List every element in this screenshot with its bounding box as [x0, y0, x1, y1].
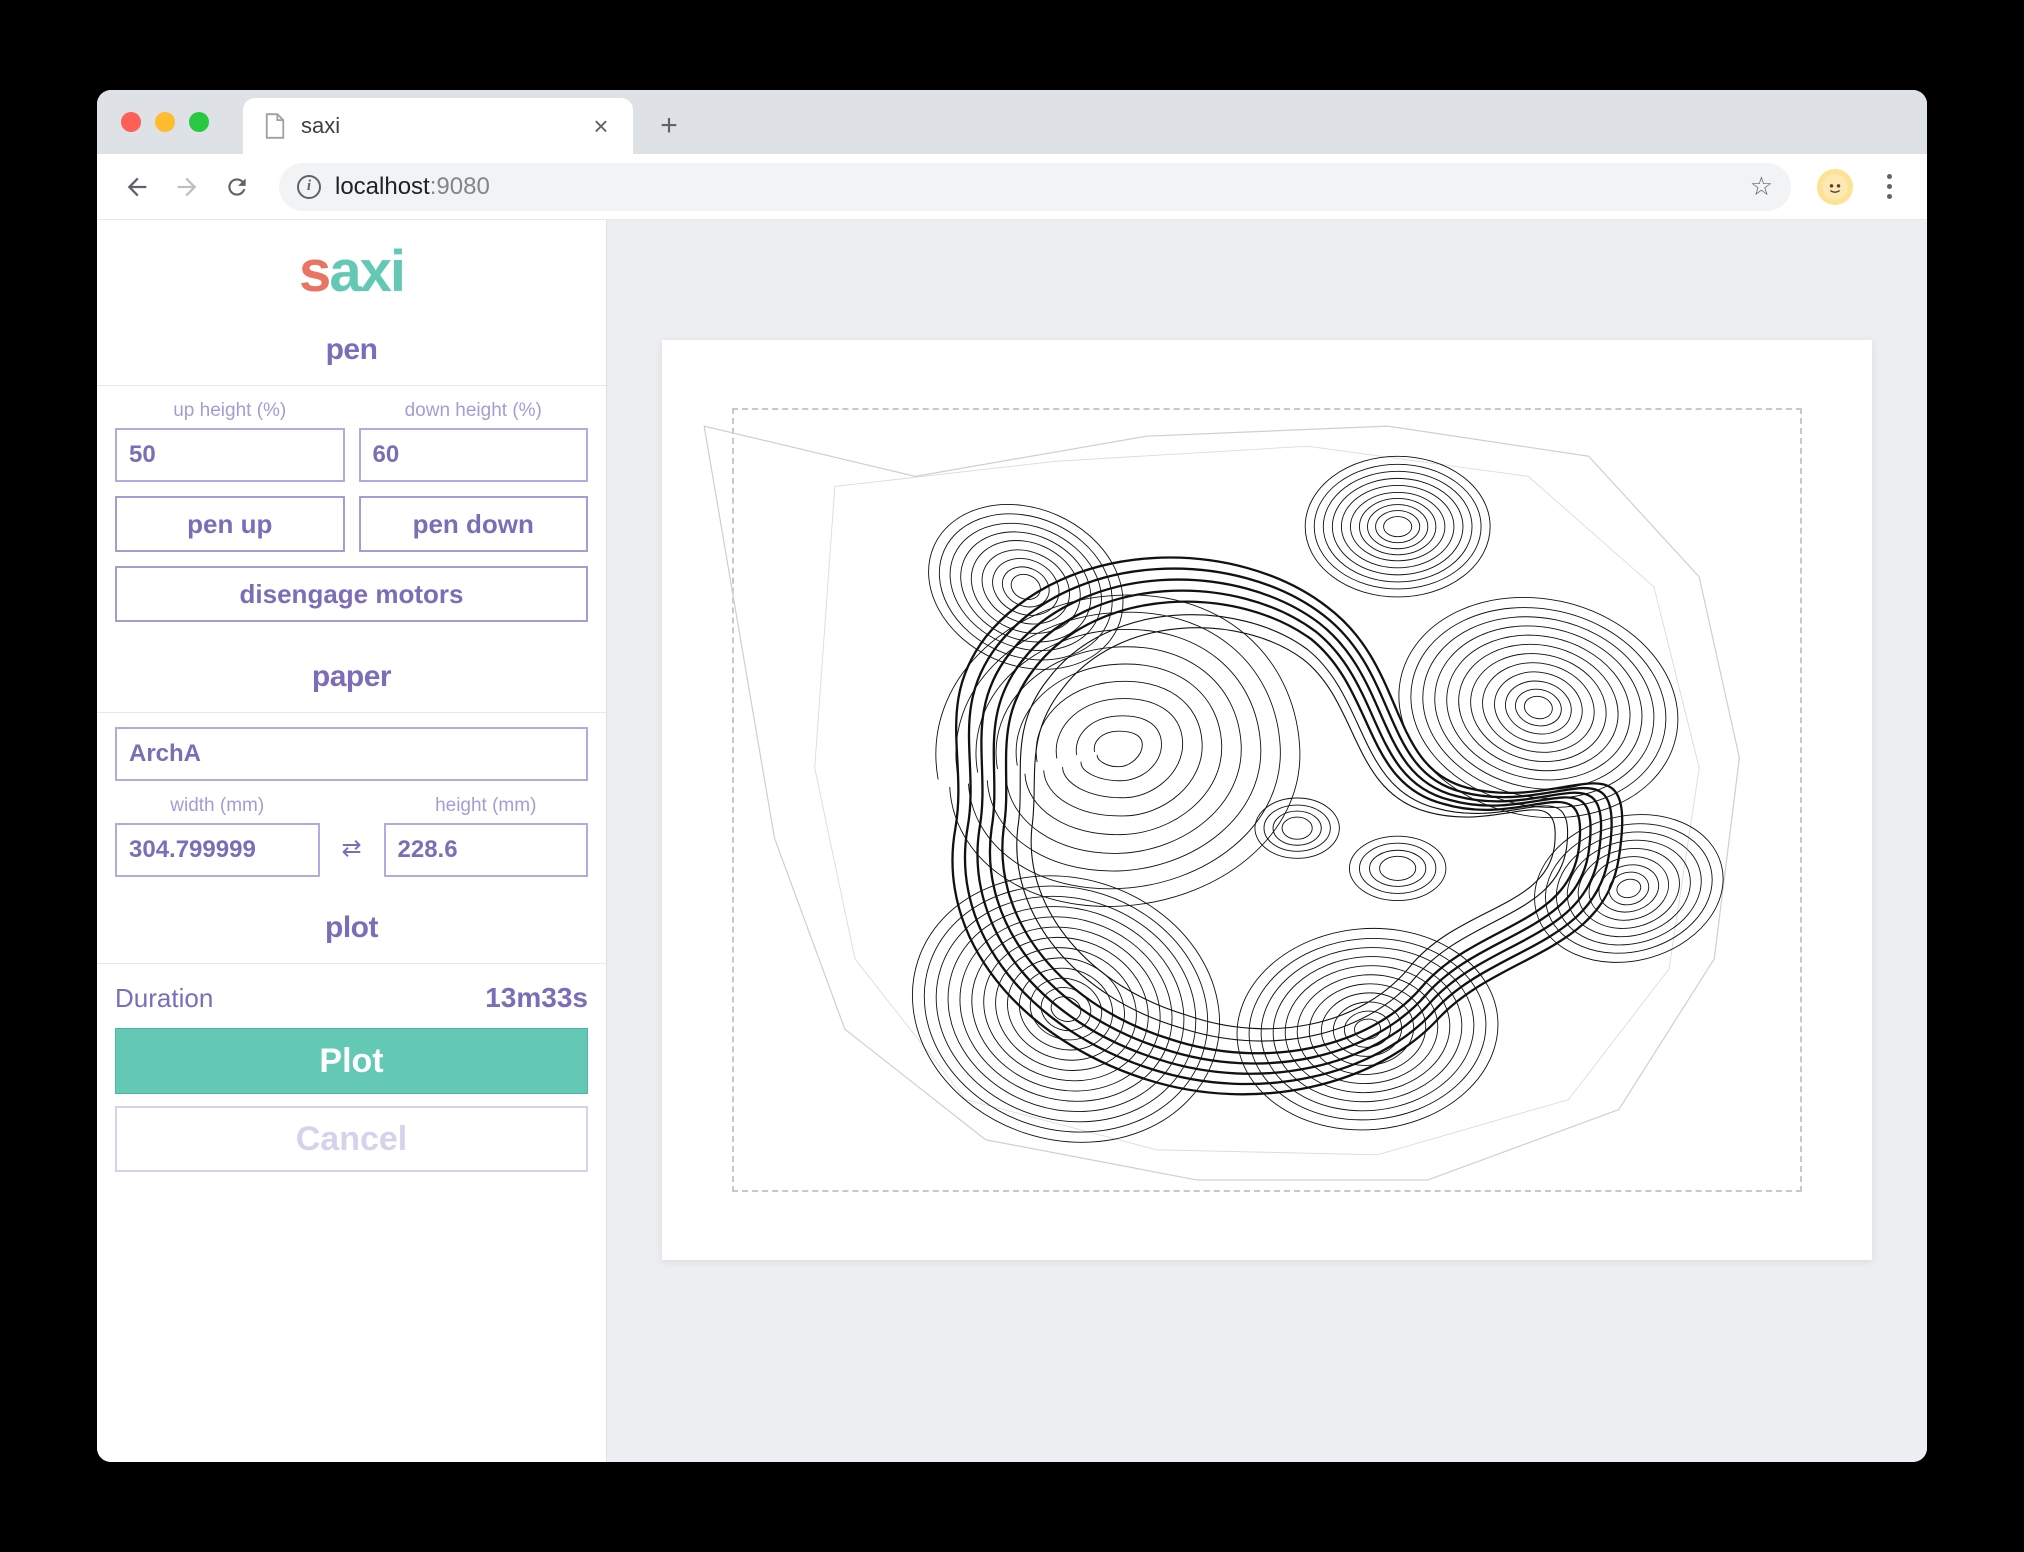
tab-strip: saxi × +	[97, 90, 1927, 154]
file-icon	[263, 114, 287, 138]
paper-height-input[interactable]	[384, 823, 589, 877]
cancel-button[interactable]: Cancel	[115, 1106, 588, 1172]
swap-dimensions-icon[interactable]: ⇄	[334, 795, 370, 877]
section-header-plot: plot	[97, 901, 606, 963]
plot-preview	[674, 348, 1860, 1248]
app-logo: saxi	[97, 238, 606, 305]
address-bar[interactable]: i localhost:9080 ☆	[279, 163, 1791, 211]
section-header-pen: pen	[97, 315, 606, 385]
close-icon[interactable]: ×	[589, 114, 613, 138]
traffic-lights	[121, 112, 209, 132]
up-height-input[interactable]	[115, 428, 345, 482]
paper-sheet	[662, 340, 1872, 1260]
app-content: saxi pen up height (%) down height (%) p…	[97, 220, 1927, 1462]
window-maximize-icon[interactable]	[189, 112, 209, 132]
plot-bounds	[732, 408, 1802, 1192]
duration-row: Duration 13m33s	[97, 963, 606, 1028]
pen-down-button[interactable]: pen down	[359, 496, 589, 552]
browser-window: saxi × + i localhost:9080 ☆ saxi	[97, 90, 1927, 1462]
window-minimize-icon[interactable]	[155, 112, 175, 132]
section-paper: width (mm) ⇄ height (mm)	[97, 712, 606, 901]
tab-title: saxi	[301, 113, 575, 139]
down-height-input[interactable]	[359, 428, 589, 482]
plot-button[interactable]: Plot	[115, 1028, 588, 1094]
disengage-motors-button[interactable]: disengage motors	[115, 566, 588, 622]
section-header-paper: paper	[97, 642, 606, 712]
browser-tab[interactable]: saxi ×	[243, 98, 633, 154]
back-button[interactable]	[117, 167, 157, 207]
window-close-icon[interactable]	[121, 112, 141, 132]
sidebar: saxi pen up height (%) down height (%) p…	[97, 220, 607, 1462]
bookmark-star-icon[interactable]: ☆	[1750, 171, 1773, 202]
down-height-label: down height (%)	[359, 400, 589, 422]
paper-height-label: height (mm)	[384, 795, 589, 817]
paper-preset-input[interactable]	[115, 727, 588, 781]
kebab-menu-icon[interactable]	[1871, 174, 1907, 199]
profile-avatar[interactable]	[1817, 169, 1853, 205]
paper-width-label: width (mm)	[115, 795, 320, 817]
duration-value: 13m33s	[485, 982, 588, 1014]
url-text: localhost:9080	[335, 173, 490, 201]
up-height-label: up height (%)	[115, 400, 345, 422]
section-pen: up height (%) down height (%) pen up pen…	[97, 385, 606, 642]
forward-button[interactable]	[167, 167, 207, 207]
site-info-icon[interactable]: i	[297, 175, 321, 199]
new-tab-button[interactable]: +	[647, 104, 691, 148]
paper-width-input[interactable]	[115, 823, 320, 877]
browser-toolbar: i localhost:9080 ☆	[97, 154, 1927, 220]
duration-label: Duration	[115, 983, 213, 1014]
reload-button[interactable]	[217, 167, 257, 207]
pen-up-button[interactable]: pen up	[115, 496, 345, 552]
canvas-area	[607, 220, 1927, 1462]
